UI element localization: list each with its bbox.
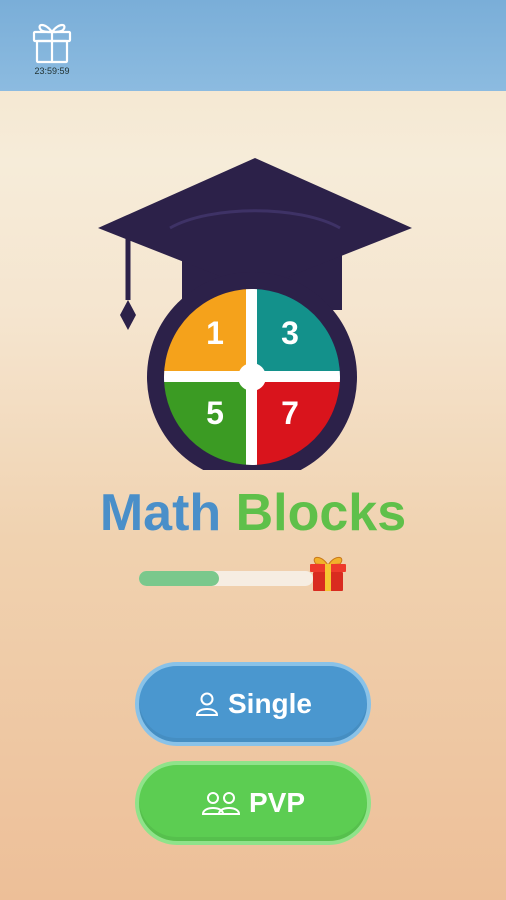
- person-icon: [195, 692, 218, 716]
- gift-box-icon[interactable]: [306, 551, 350, 593]
- tile-label-3: 3: [281, 315, 299, 351]
- tile-label-7: 7: [281, 395, 299, 431]
- graduation-cap-icon: 1 3 5 7: [98, 158, 412, 482]
- top-bar: 23:59:59: [0, 0, 506, 91]
- single-button-label: Single: [227, 688, 312, 719]
- daily-gift-button[interactable]: 23:59:59: [24, 18, 80, 82]
- pvp-button-label: PVP: [248, 787, 306, 818]
- tile-label-5: 5: [206, 395, 224, 431]
- reward-progress-bar: [139, 571, 313, 586]
- pvp-button[interactable]: PVP: [135, 761, 371, 845]
- progress-fill: [139, 571, 220, 586]
- title-word-blocks: Blocks: [235, 484, 407, 542]
- single-player-button[interactable]: Single: [135, 662, 371, 746]
- title-word-math: Math: [99, 484, 222, 542]
- two-people-icon: [201, 792, 240, 815]
- gift-outline-icon: [32, 23, 72, 64]
- gift-timer: 23:59:59: [34, 66, 70, 76]
- app-title: Math Blocks: [0, 478, 506, 548]
- app-logo: 1 3 5 7: [90, 150, 420, 482]
- tile-label-1: 1: [206, 315, 224, 351]
